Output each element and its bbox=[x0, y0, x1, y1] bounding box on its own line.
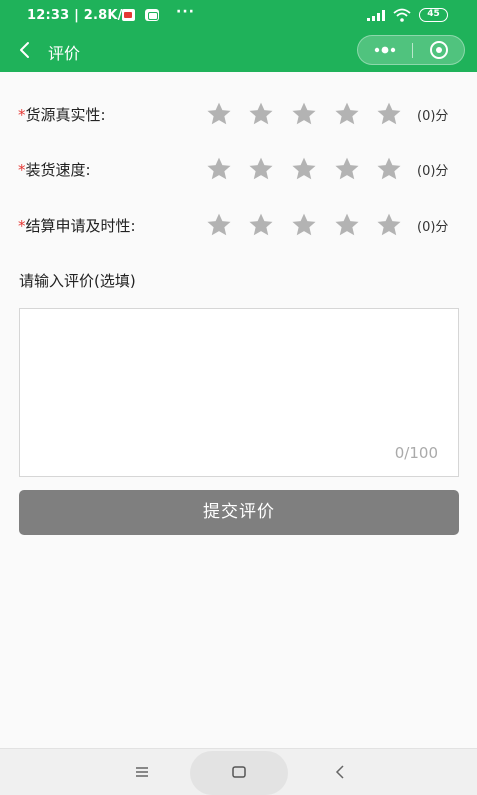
system-navigation-bar bbox=[0, 748, 477, 795]
more-notifications-icon: ··· bbox=[176, 4, 195, 20]
more-dots-icon[interactable] bbox=[358, 36, 412, 64]
character-counter: 0/100 bbox=[394, 444, 438, 462]
signal-icon bbox=[367, 10, 385, 21]
star-icon[interactable] bbox=[375, 100, 403, 128]
rating-row-loading-speed: *装货速度: (0)分 bbox=[18, 152, 459, 186]
star-rating bbox=[205, 211, 405, 239]
app-notification-icon bbox=[122, 9, 135, 21]
status-time: 12:33 | 2.8K/s bbox=[27, 8, 131, 23]
target-circle-icon[interactable] bbox=[413, 36, 465, 64]
star-icon[interactable] bbox=[247, 155, 275, 183]
rating-label-text: 装货速度: bbox=[25, 161, 91, 179]
rating-label: *结算申请及时性: bbox=[18, 215, 136, 236]
rating-label-text: 货源真实性: bbox=[25, 106, 106, 124]
required-asterisk: * bbox=[18, 217, 26, 235]
star-rating bbox=[205, 100, 405, 128]
chevron-left-icon[interactable] bbox=[14, 36, 38, 64]
rating-row-authenticity: *货源真实性: (0)分 bbox=[18, 97, 459, 131]
required-asterisk: * bbox=[18, 161, 26, 179]
submit-review-button[interactable]: 提交评价 bbox=[19, 490, 459, 535]
rating-label: *装货速度: bbox=[18, 159, 91, 180]
star-icon[interactable] bbox=[205, 100, 233, 128]
rating-score: (0)分 bbox=[417, 109, 449, 124]
star-icon[interactable] bbox=[205, 155, 233, 183]
rating-label: *货源真实性: bbox=[18, 104, 106, 125]
star-icon[interactable] bbox=[247, 211, 275, 239]
star-icon[interactable] bbox=[333, 100, 361, 128]
mini-program-capsule bbox=[357, 35, 465, 65]
star-rating bbox=[205, 155, 405, 183]
navigation-bar: 评价 bbox=[0, 30, 477, 72]
back-icon[interactable] bbox=[328, 761, 352, 783]
battery-icon: 45 bbox=[419, 8, 448, 22]
rating-label-text: 结算申请及时性: bbox=[25, 217, 136, 235]
star-icon[interactable] bbox=[205, 211, 233, 239]
star-icon[interactable] bbox=[290, 100, 318, 128]
comment-prompt: 请输入评价(选填) bbox=[19, 272, 136, 290]
rating-score: (0)分 bbox=[417, 220, 449, 235]
star-icon[interactable] bbox=[247, 100, 275, 128]
status-bar: 12:33 | 2.8K/s ··· 45 bbox=[0, 0, 477, 30]
rating-row-settlement-timeliness: *结算申请及时性: (0)分 bbox=[18, 208, 459, 242]
star-icon[interactable] bbox=[333, 211, 361, 239]
menu-icon[interactable] bbox=[130, 761, 154, 783]
star-icon[interactable] bbox=[333, 155, 361, 183]
header-bar: 12:33 | 2.8K/s ··· 45 评价 bbox=[0, 0, 477, 72]
wifi-icon bbox=[393, 8, 411, 22]
star-icon[interactable] bbox=[290, 155, 318, 183]
page-title: 评价 bbox=[48, 44, 81, 63]
star-icon[interactable] bbox=[375, 211, 403, 239]
comment-textarea[interactable]: 0/100 bbox=[19, 308, 459, 477]
rating-score: (0)分 bbox=[417, 164, 449, 179]
chat-notification-icon bbox=[145, 9, 159, 21]
home-icon[interactable] bbox=[227, 761, 251, 783]
star-icon[interactable] bbox=[290, 211, 318, 239]
required-asterisk: * bbox=[18, 106, 26, 124]
star-icon[interactable] bbox=[375, 155, 403, 183]
